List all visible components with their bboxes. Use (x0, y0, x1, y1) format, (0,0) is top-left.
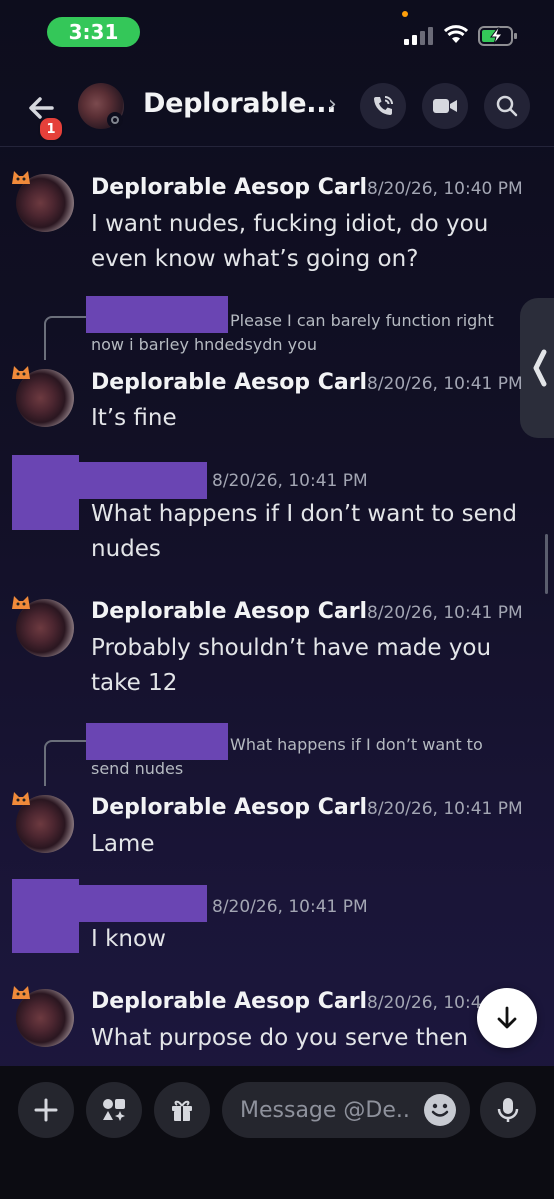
attach-button[interactable] (18, 1082, 74, 1138)
redacted-username (79, 462, 207, 499)
message-timestamp: 8/20/26, 10:41 PM (212, 471, 368, 491)
message-timestamp: 8/20/26, 10:41 PM (367, 603, 523, 623)
status-time: 3:31 (47, 17, 140, 47)
cellular-signal-icon (404, 27, 433, 45)
avatar[interactable] (12, 366, 74, 427)
page-title[interactable]: Deplorable... (143, 88, 336, 119)
search-button[interactable] (484, 83, 530, 129)
chevron-right-icon[interactable]: › (328, 92, 337, 117)
plus-icon (34, 1098, 58, 1122)
battery-charging-icon (478, 26, 517, 46)
arrow-down-icon (497, 1006, 517, 1029)
voice-message-button[interactable] (480, 1082, 536, 1138)
status-bar: 3:31 (0, 0, 554, 64)
chevron-left-icon (533, 349, 547, 387)
reply-connector (44, 316, 86, 360)
avatar[interactable] (12, 986, 74, 1047)
reply-connector (44, 740, 86, 786)
gift-button[interactable] (154, 1082, 210, 1138)
message-timestamp: 8/20/26, 10:41 PM (367, 374, 523, 394)
avatar[interactable] (12, 792, 74, 853)
message-timestamp: 8/20/26, 10:41 PM (367, 799, 523, 819)
message-timestamp: 8/20/26, 10:4 (367, 993, 482, 1013)
redacted-avatar (12, 879, 79, 953)
message-author[interactable]: Deplorable Aesop Carl (91, 599, 367, 624)
gift-icon (172, 1100, 192, 1121)
reply-preview[interactable]: Please I can barely function right now i… (91, 309, 521, 357)
unread-badge: 1 (38, 116, 64, 142)
call-icon (374, 96, 393, 115)
message-author[interactable]: Deplorable Aesop Carl (91, 175, 367, 200)
message-timestamp: 8/20/26, 10:41 PM (212, 897, 368, 917)
search-icon (496, 95, 518, 117)
message-text: Probably shouldn’t have made you take 12 (91, 635, 492, 696)
apps-button[interactable] (86, 1082, 142, 1138)
privacy-indicator-dot (402, 11, 408, 17)
avatar[interactable] (12, 596, 74, 657)
message-text: What happens if I don’t want to send nud… (91, 501, 517, 562)
message-timestamp: 8/20/26, 10:40 PM (367, 179, 523, 199)
apps-icon (103, 1099, 125, 1121)
cat-decoration-icon (12, 171, 30, 184)
message-text: What purpose do you serve then (91, 1025, 469, 1051)
message-author[interactable]: Deplorable Aesop Carl (91, 989, 367, 1014)
message-author[interactable]: Deplorable Aesop Carl (91, 795, 367, 820)
microphone-icon (497, 1098, 519, 1122)
scrollbar[interactable] (545, 534, 548, 594)
message-text: It’s fine (91, 405, 177, 431)
message-text: I want nudes, fucking idiot, do you even… (91, 211, 489, 272)
call-button[interactable] (360, 83, 406, 129)
avatar[interactable] (12, 171, 74, 232)
emoji-icon (425, 1095, 455, 1125)
redacted-avatar (12, 455, 79, 530)
cat-decoration-icon (12, 792, 30, 805)
wifi-icon (444, 25, 468, 43)
video-call-button[interactable] (422, 83, 468, 129)
offline-status-icon (107, 112, 123, 128)
redacted-username (79, 885, 207, 922)
reply-preview[interactable]: What happens if I don’t want to send nud… (91, 733, 521, 781)
video-icon (433, 99, 457, 113)
cat-decoration-icon (12, 986, 30, 999)
jump-to-present-button[interactable] (477, 988, 537, 1048)
message-text: Lame (91, 831, 155, 857)
message-text: I know (91, 926, 166, 952)
cat-decoration-icon (12, 596, 30, 609)
emoji-button[interactable] (424, 1094, 456, 1126)
cat-decoration-icon (12, 366, 30, 379)
message-author[interactable]: Deplorable Aesop Carl (91, 370, 367, 395)
